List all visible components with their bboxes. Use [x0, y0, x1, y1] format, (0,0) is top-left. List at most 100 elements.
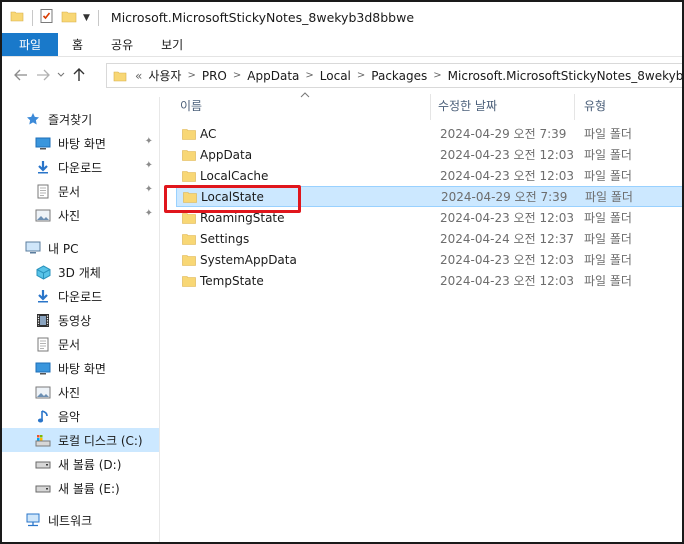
explorer-window: ▼ Microsoft.MicrosoftStickyNotes_8wekyb3… — [0, 0, 684, 544]
tab-view[interactable]: 보기 — [147, 33, 197, 56]
sidebar-item-quick-access[interactable]: 즐겨찾기 — [2, 107, 159, 131]
local-disk-icon — [34, 432, 52, 448]
file-name: Settings — [200, 231, 250, 246]
breadcrumb-separator-icon[interactable]: > — [187, 70, 195, 81]
column-header-date[interactable]: 수정한 날짜 — [438, 90, 497, 120]
breadcrumb-local[interactable]: Local — [320, 69, 351, 83]
file-name: TempState — [200, 273, 264, 288]
breadcrumb-separator-icon[interactable]: > — [305, 70, 313, 81]
sidebar-item-label: 문서 — [58, 184, 81, 199]
pictures-icon — [34, 207, 52, 223]
toolbar-divider — [32, 9, 33, 26]
forward-arrow-icon[interactable] — [32, 63, 54, 87]
breadcrumb-separator-icon[interactable]: > — [357, 70, 365, 81]
sidebar-item-label: 바탕 화면 — [58, 136, 106, 151]
folder-icon — [182, 233, 196, 245]
up-arrow-icon[interactable] — [68, 63, 90, 87]
tab-home[interactable]: 홈 — [58, 33, 97, 56]
file-name: LocalCache — [200, 168, 269, 183]
sidebar-item-label: 다운로드 — [58, 160, 103, 175]
sidebar-item-pc-documents[interactable]: 문서 — [2, 332, 159, 356]
address-bar[interactable]: « 사용자 > PRO > AppData > Local > Packages… — [106, 63, 682, 88]
sidebar-item-label: 음악 — [58, 409, 81, 424]
file-row-settings[interactable]: Settings 2024-04-24 오전 12:37 파일 폴더 — [176, 228, 682, 249]
file-type: 파일 폴더 — [584, 169, 632, 183]
sidebar-item-network[interactable]: 네트워크 — [2, 508, 159, 532]
file-date: 2024-04-29 오전 7:39 — [441, 190, 568, 204]
window-title: Microsoft.MicrosoftStickyNotes_8wekyb3d8… — [110, 10, 415, 25]
drive-icon — [34, 480, 52, 496]
file-date: 2024-04-23 오전 12:03 — [440, 169, 575, 183]
file-row-ac[interactable]: AC 2024-04-29 오전 7:39 파일 폴더 — [176, 123, 682, 144]
file-row-localcache[interactable]: LocalCache 2024-04-23 오전 12:03 파일 폴더 — [176, 165, 682, 186]
sidebar-item-pc-desktop[interactable]: 바탕 화면 — [2, 356, 159, 380]
pin-icon[interactable]: ✦ — [145, 136, 153, 147]
sidebar-item-desktop[interactable]: 바탕 화면 ✦ — [2, 131, 159, 155]
sidebar-item-label: 동영상 — [58, 313, 92, 328]
breadcrumb-separator-icon[interactable]: > — [233, 70, 241, 81]
file-row-appdata[interactable]: AppData 2024-04-23 오전 12:03 파일 폴더 — [176, 144, 682, 165]
pin-icon[interactable]: ✦ — [145, 208, 153, 219]
sidebar-item-videos[interactable]: 동영상 — [2, 308, 159, 332]
breadcrumb-pro[interactable]: PRO — [202, 69, 227, 83]
breadcrumb-separator-icon[interactable]: > — [433, 70, 441, 81]
column-header-name[interactable]: 이름 — [180, 90, 202, 120]
computer-icon — [24, 240, 42, 256]
drive-icon — [34, 456, 52, 472]
tab-share[interactable]: 공유 — [97, 33, 147, 56]
navigation-pane: 즐겨찾기 바탕 화면 ✦ 다운로드 ✦ 문서 ✦ 사진 ✦ 내 PC 3D 개체… — [2, 97, 160, 542]
file-type: 파일 폴더 — [584, 253, 632, 267]
file-name: AC — [200, 126, 217, 141]
sidebar-item-volume-e[interactable]: 새 볼륨 (E:) — [2, 476, 159, 500]
sidebar-item-label: 즐겨찾기 — [48, 112, 93, 127]
address-overflow-icon[interactable]: « — [135, 69, 142, 83]
sidebar-item-music[interactable]: 음악 — [2, 404, 159, 428]
pin-icon[interactable]: ✦ — [145, 184, 153, 195]
breadcrumb-users[interactable]: 사용자 — [148, 67, 181, 84]
document-icon — [34, 336, 52, 352]
sidebar-item-documents[interactable]: 문서 ✦ — [2, 179, 159, 203]
download-icon — [34, 288, 52, 304]
sidebar-item-this-pc[interactable]: 내 PC — [2, 236, 159, 260]
recent-locations-chevron-icon[interactable] — [54, 63, 68, 87]
file-row-systemappdata[interactable]: SystemAppData 2024-04-23 오전 12:03 파일 폴더 — [176, 249, 682, 270]
sidebar-item-downloads[interactable]: 다운로드 ✦ — [2, 155, 159, 179]
download-icon — [34, 159, 52, 175]
music-icon — [34, 408, 52, 424]
file-date: 2024-04-23 오전 12:03 — [440, 253, 575, 267]
folder-icon[interactable] — [10, 9, 24, 26]
breadcrumb-packages[interactable]: Packages — [371, 69, 427, 83]
toolbar-divider — [97, 9, 99, 26]
pin-icon[interactable]: ✦ — [145, 160, 153, 171]
customize-toolbar-icon[interactable]: ▼ — [83, 13, 90, 23]
back-arrow-icon[interactable] — [10, 63, 32, 87]
sidebar-item-3d-objects[interactable]: 3D 개체 — [2, 260, 159, 284]
folder-icon — [182, 212, 196, 224]
title-bar: ▼ Microsoft.MicrosoftStickyNotes_8wekyb3… — [2, 2, 682, 33]
sidebar-item-pictures[interactable]: 사진 ✦ — [2, 203, 159, 227]
file-type: 파일 폴더 — [584, 148, 632, 162]
sidebar-item-label: 문서 — [58, 337, 81, 352]
folder-icon — [182, 128, 196, 140]
properties-icon[interactable] — [39, 8, 55, 27]
file-date: 2024-04-24 오전 12:37 — [440, 232, 575, 246]
breadcrumb-appdata[interactable]: AppData — [247, 69, 299, 83]
sidebar-item-label: 사진 — [58, 208, 81, 223]
new-folder-icon[interactable] — [61, 9, 77, 26]
file-name: AppData — [200, 147, 253, 162]
file-row-tempstate[interactable]: TempState 2024-04-23 오전 12:03 파일 폴더 — [176, 270, 682, 291]
sidebar-item-volume-d[interactable]: 새 볼륨 (D:) — [2, 452, 159, 476]
column-divider[interactable] — [430, 94, 431, 120]
desktop-icon — [34, 360, 52, 376]
sidebar-item-pc-pictures[interactable]: 사진 — [2, 380, 159, 404]
tab-file[interactable]: 파일 — [2, 33, 58, 56]
file-type: 파일 폴더 — [584, 127, 632, 141]
column-divider[interactable] — [574, 94, 575, 120]
sidebar-item-local-disk-c[interactable]: 로컬 디스크 (C:) — [2, 428, 159, 452]
sidebar-item-label: 바탕 화면 — [58, 361, 106, 376]
breadcrumb-stickynotes[interactable]: Microsoft.MicrosoftStickyNotes_8wekyb3d8… — [448, 69, 682, 83]
navigation-bar: « 사용자 > PRO > AppData > Local > Packages… — [2, 60, 682, 90]
column-header-type[interactable]: 유형 — [584, 90, 606, 120]
sidebar-item-pc-downloads[interactable]: 다운로드 — [2, 284, 159, 308]
file-name: SystemAppData — [200, 252, 297, 267]
